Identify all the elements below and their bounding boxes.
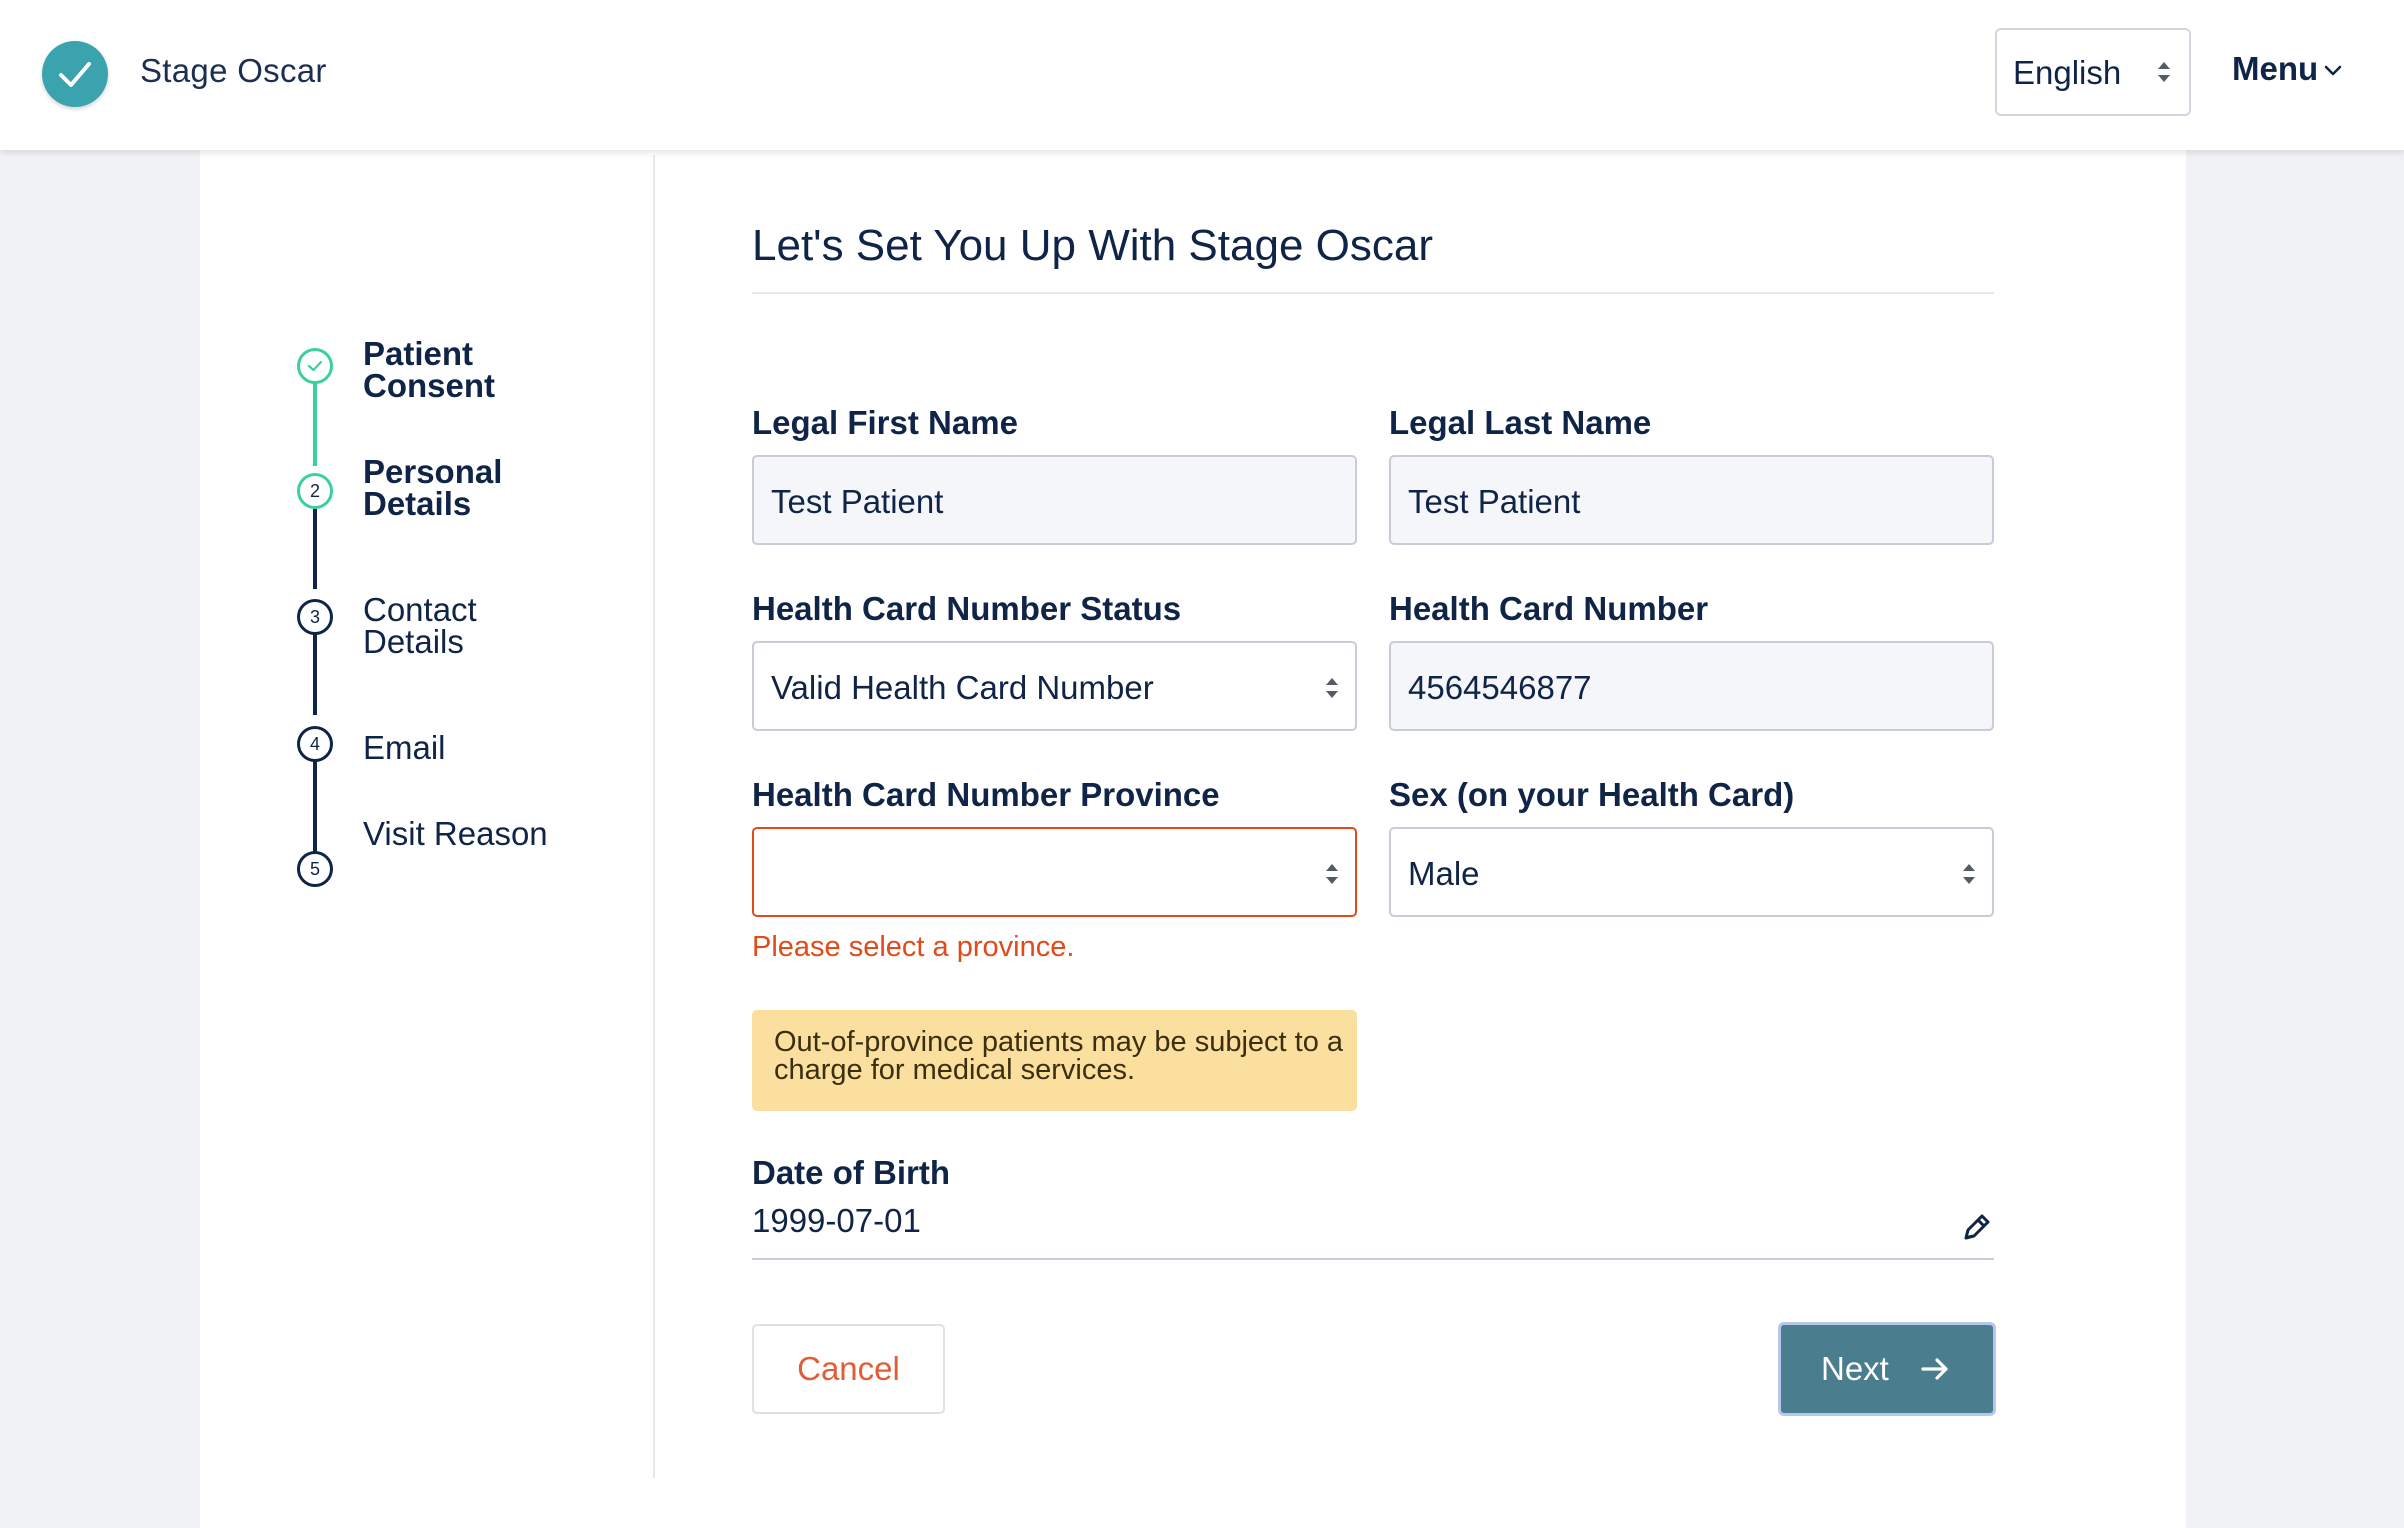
sort-arrows-icon: [1325, 862, 1339, 891]
vertical-divider: [653, 155, 655, 1478]
language-select[interactable]: English: [1995, 28, 2191, 116]
step-connector: [313, 631, 317, 715]
hc-number-label: Health Card Number: [1389, 590, 1709, 627]
app-logo-check-icon[interactable]: [42, 41, 108, 107]
last-name-input[interactable]: Test Patient: [1389, 455, 1994, 545]
first-name-value: Test Patient: [771, 483, 944, 520]
sort-arrows-icon: [2157, 60, 2171, 89]
hc-province-select[interactable]: [752, 827, 1357, 917]
last-name-value: Test Patient: [1408, 483, 1581, 520]
cancel-button[interactable]: Cancel: [752, 1324, 945, 1414]
step-5-number: 5: [297, 851, 333, 887]
out-of-province-notice: Out-of-province patients may be subject …: [752, 1010, 1357, 1111]
step-3-label: Contact Details: [363, 591, 477, 660]
step-1-label: Patient Consent: [363, 335, 495, 404]
dob-label: Date of Birth: [752, 1154, 950, 1191]
step-5-label: Visit Reason: [363, 815, 548, 852]
hc-province-label: Health Card Number Province: [752, 776, 1220, 813]
step-connector: [313, 384, 317, 466]
step-4-number: 4: [297, 726, 333, 762]
menu-button-label: Menu: [2232, 50, 2319, 87]
next-button-label: Next: [1821, 1350, 1889, 1387]
title-divider: [752, 292, 1994, 294]
hc-status-label: Health Card Number Status: [752, 590, 1182, 627]
main-card: Patient Consent 2 Personal Details 3 Conta…: [200, 150, 2186, 1528]
sex-select[interactable]: Male: [1389, 827, 1994, 917]
dob-underline: [752, 1258, 1994, 1260]
form-title: Let's Set You Up With Stage Oscar: [752, 221, 1433, 270]
hc-number-input[interactable]: 4564546877: [1389, 641, 1994, 731]
step-2-label: Personal Details: [363, 453, 503, 522]
pencil-icon[interactable]: [1960, 1210, 1994, 1249]
top-bar: Stage Oscar English Menu: [0, 0, 2404, 150]
hc-number-value: 4564546877: [1408, 669, 1592, 706]
arrow-right-icon: [1921, 1358, 1948, 1380]
step-1-check-icon: [297, 348, 333, 384]
chevron-down-icon: [2324, 66, 2342, 76]
first-name-label: Legal First Name: [752, 404, 1018, 441]
sort-arrows-icon: [1325, 676, 1339, 705]
sex-value: Male: [1408, 855, 1480, 892]
notice-text: Out-of-province patients may be subject …: [774, 1026, 1344, 1086]
menu-button[interactable]: Menu: [2232, 50, 2342, 88]
province-error-message: Please select a province.: [752, 931, 1075, 963]
next-button[interactable]: Next: [1778, 1322, 1996, 1416]
last-name-label: Legal Last Name: [1389, 404, 1652, 441]
step-connector: [313, 504, 317, 589]
dob-value: 1999-07-01: [752, 1202, 921, 1239]
app-title: Stage Oscar: [140, 52, 327, 89]
cancel-button-label: Cancel: [797, 1350, 900, 1387]
first-name-input[interactable]: Test Patient: [752, 455, 1357, 545]
sort-arrows-icon: [1962, 862, 1976, 891]
step-connector: [313, 755, 317, 853]
step-4-label: Email: [363, 729, 446, 766]
language-select-value: English: [2013, 54, 2122, 91]
step-2-number: 2: [297, 473, 333, 509]
hc-status-select[interactable]: Valid Health Card Number: [752, 641, 1357, 731]
sex-label: Sex (on your Health Card): [1389, 776, 1795, 813]
step-3-number: 3: [297, 599, 333, 635]
hc-status-value: Valid Health Card Number: [771, 669, 1154, 706]
